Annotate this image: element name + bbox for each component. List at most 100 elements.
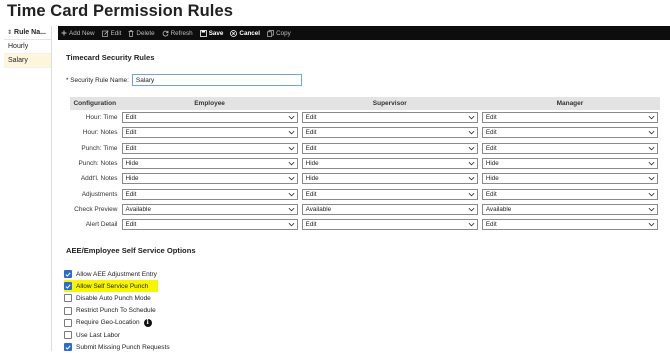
option-checkbox[interactable] [64,331,72,340]
option-checkbox[interactable] [64,282,72,291]
option-row: Require Geo-Location i [64,317,170,329]
select-value: Hide [485,175,499,183]
employee-cell: Edit [120,127,300,139]
supervisor-permission-select[interactable]: Available [301,203,478,215]
chevron-down-icon [648,131,655,135]
manager-permission-select[interactable]: Edit [481,188,658,200]
grid-row: Addt'l. Notes Hide Hide Hide [70,171,660,186]
supervisor-permission-select[interactable]: Edit [301,219,478,231]
save-button[interactable]: Save [199,30,223,37]
manager-permission-select[interactable]: Edit [481,219,658,231]
supervisor-cell: Edit [300,127,480,139]
supervisor-permission-select[interactable]: Edit [301,188,478,200]
supervisor-permission-select[interactable]: Hide [301,158,478,170]
chevron-down-icon [288,177,294,181]
main-content: Timecard Security Rules * Security Rule … [58,40,670,353]
info-icon[interactable]: i [143,318,152,327]
grid-row: Check Preview Available Available Available [70,202,660,217]
option-checkbox[interactable] [64,343,72,352]
select-value: Edit [485,144,497,152]
row-label: Check Preview [74,205,118,213]
employee-cell: Edit [120,219,300,231]
option-checkbox[interactable] [64,270,72,279]
edit-button[interactable]: Edit [101,29,122,37]
refresh-label: Refresh [170,29,193,37]
add-new-button[interactable]: Add New [61,30,95,37]
chevron-down-icon [468,161,475,166]
delete-label: Delete [136,29,155,37]
employee-permission-select[interactable]: Hide [121,173,298,185]
supervisor-permission-select[interactable]: Edit [301,112,478,124]
manager-permission-select[interactable]: Hide [481,173,658,185]
employee-cell: Edit [120,112,300,124]
option-row: Use Last Labor [64,329,170,341]
employee-permission-select[interactable]: Hide [121,158,298,170]
chevron-down-icon [468,131,475,135]
option-row: Disable Auto Punch Mode [64,292,170,304]
supervisor-cell: Edit [300,142,480,154]
manager-cell: Hide [480,158,660,170]
employee-permission-select[interactable]: Edit [121,127,298,139]
manager-permission-select[interactable]: Edit [481,112,658,124]
row-label: Punch: Notes [78,160,118,168]
manager-cell: Available [480,203,660,215]
chevron-down-icon [288,223,294,227]
rule-name-label: * Security Rule Name: [66,76,129,84]
supervisor-permission-select[interactable]: Hide [301,173,478,185]
sidebar-item-salary[interactable]: Salary [4,54,51,68]
chevron-down-icon [648,161,655,166]
chevron-down-icon [648,146,655,151]
option-checkbox[interactable] [64,306,72,315]
employee-permission-select[interactable]: Edit [121,142,298,154]
supervisor-cell: Edit [300,219,480,231]
chevron-down-icon [468,223,475,227]
grid-row: Alert Detail Edit Edit Edit [70,217,660,232]
employee-permission-select[interactable]: Available [121,203,298,215]
security-rules-title: Timecard Security Rules [66,53,155,62]
rule-name-row: * Security Rule Name: [66,74,302,86]
row-label: Hour: Notes [82,129,118,137]
rule-name-input[interactable] [131,74,302,86]
cancel-button[interactable]: Cancel [230,30,260,37]
row-label: Hour: Time [85,114,118,122]
copy-button[interactable]: Copy [267,30,291,37]
employee-permission-select[interactable]: Edit [121,188,298,200]
manager-permission-select[interactable]: Edit [481,142,658,154]
option-checkbox[interactable] [64,318,72,327]
manager-permission-select[interactable]: Available [481,203,658,215]
supervisor-permission-select[interactable]: Edit [301,127,478,139]
page-title: Time Card Permission Rules [7,2,234,20]
employee-permission-select[interactable]: Edit [121,112,298,124]
chevron-down-icon [648,207,655,212]
grid-row: Punch: Notes Hide Hide Hide [70,156,660,171]
rule-name-column-header[interactable]: ⇕ Rule Na... [4,26,51,40]
header-configuration: Configuration [73,100,117,107]
grid-row: Adjustments Edit Edit Edit [70,186,660,201]
select-value: Edit [125,129,137,137]
select-value: Edit [125,114,137,122]
checkmark-icon [65,272,71,277]
select-value: Available [125,205,151,213]
option-row: Submit Missing Punch Requests [64,341,170,353]
edit-label: Edit [110,29,122,37]
header-manager: Manager [556,100,584,107]
supervisor-permission-select[interactable]: Edit [301,142,478,154]
self-service-options: Allow AEE Adjustment Entry Allow Self Ser… [64,268,170,353]
option-checkbox[interactable] [64,294,72,303]
employee-permission-select[interactable]: Edit [121,219,298,231]
chevron-down-icon [288,192,294,197]
employee-cell: Edit [120,142,300,154]
grid-row: Hour: Notes Edit Edit Edit [70,125,660,140]
select-value: Edit [485,114,497,122]
option-row: Allow Self Service Punch [64,280,158,293]
manager-permission-select[interactable]: Edit [481,127,658,139]
chevron-down-icon [648,116,655,120]
supervisor-cell: Edit [300,112,480,124]
sidebar-item-hourly[interactable]: Hourly [4,40,51,54]
manager-permission-select[interactable]: Hide [481,158,658,170]
option-row: Restrict Punch To Schedule [64,305,170,317]
delete-button[interactable]: Delete [128,29,155,37]
refresh-button[interactable]: Refresh [162,30,193,37]
row-label: Punch: Time [81,144,118,152]
select-value: Hide [125,160,139,168]
